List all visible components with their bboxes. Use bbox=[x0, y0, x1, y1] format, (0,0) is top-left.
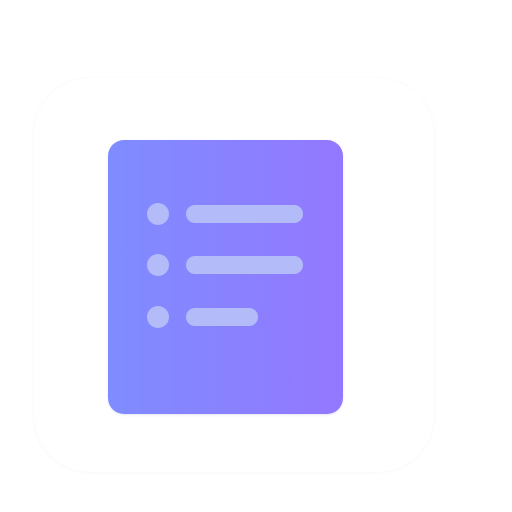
document-list-icon bbox=[108, 140, 343, 414]
list-item bbox=[108, 306, 343, 328]
bullet-dot-icon bbox=[147, 203, 169, 225]
bullet-dot-icon bbox=[147, 306, 169, 328]
text-line-placeholder bbox=[186, 308, 258, 326]
list-item bbox=[108, 254, 343, 276]
canvas bbox=[0, 0, 512, 512]
text-line-placeholder bbox=[186, 256, 303, 274]
text-line-placeholder bbox=[186, 205, 303, 223]
bullet-dot-icon bbox=[147, 254, 169, 276]
list-item bbox=[108, 203, 343, 225]
